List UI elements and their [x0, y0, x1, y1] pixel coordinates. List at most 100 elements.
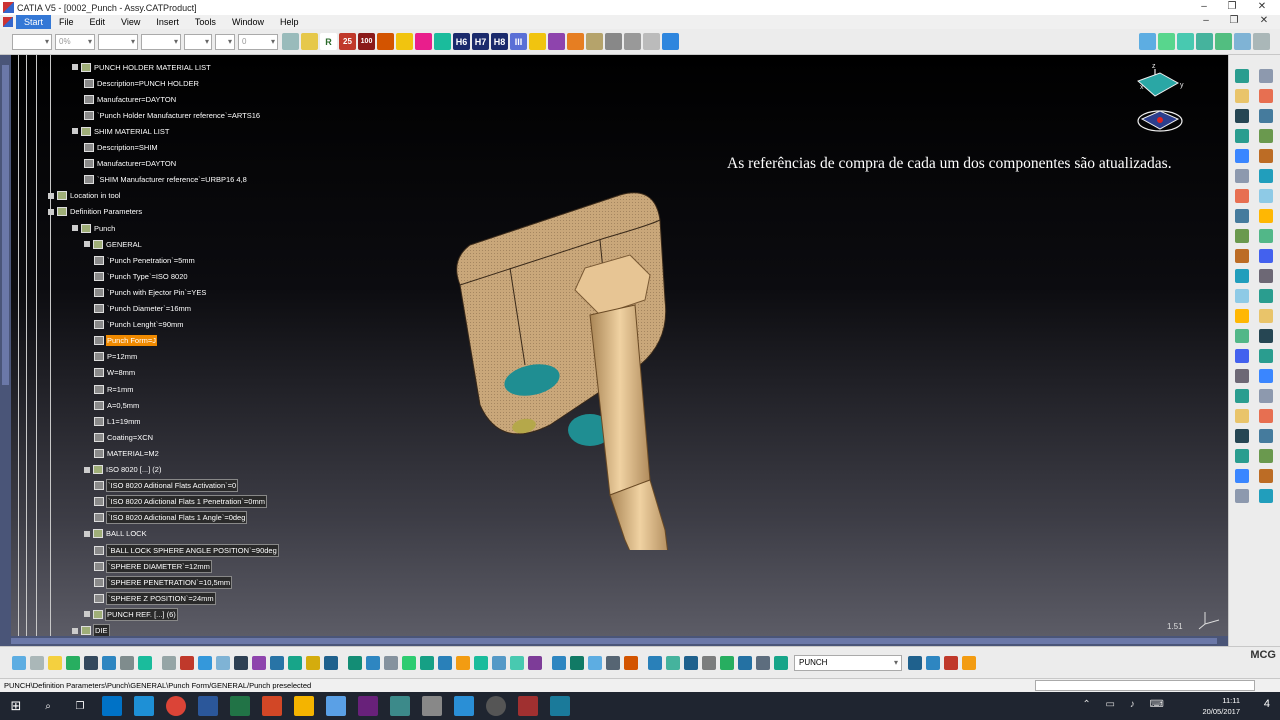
tree-parameter-node[interactable]: `SPHERE Z POSITION`=24mm	[94, 591, 216, 605]
assembly-tool-icon[interactable]	[198, 655, 212, 670]
settings-app-icon[interactable]	[422, 696, 442, 716]
assembly-tool-icon[interactable]	[348, 655, 362, 670]
design-tool-icon[interactable]	[1235, 149, 1249, 163]
assembly-tool-icon[interactable]	[510, 655, 524, 670]
design-tool-icon[interactable]	[1235, 169, 1249, 183]
design-tool-icon[interactable]	[1259, 329, 1273, 343]
tree-parameter-node[interactable]: `BALL LOCK SPHERE ANGLE POSITION`=90deg	[94, 543, 279, 557]
assembly-tool-icon[interactable]	[456, 655, 470, 670]
design-tool-icon[interactable]	[1235, 449, 1249, 463]
expand-toggle-icon[interactable]	[72, 64, 78, 70]
design-tool-icon[interactable]	[1235, 469, 1249, 483]
design-tool-icon[interactable]	[1235, 129, 1249, 143]
design-tool-icon[interactable]	[1259, 89, 1273, 103]
design-tool-icon[interactable]	[1235, 429, 1249, 443]
tree-parameter-node[interactable]: W=8mm	[94, 367, 136, 379]
tree-parameter-node[interactable]: L1=19mm	[94, 415, 142, 427]
assembly-tool-icon[interactable]	[648, 655, 662, 670]
design-tool-icon[interactable]	[1235, 389, 1249, 403]
tree-parameter-node[interactable]: `Punch Penetration`=5mm	[94, 254, 196, 266]
menu-file[interactable]: File	[51, 15, 82, 29]
menu-start[interactable]: Start	[16, 15, 52, 29]
tree-parameter-node[interactable]: `Punch Type`=ISO 8020	[94, 270, 189, 282]
menu-edit[interactable]: Edit	[82, 15, 114, 29]
design-tool-icon[interactable]	[1235, 329, 1249, 343]
design-tool-icon[interactable]	[1235, 349, 1249, 363]
media-app-icon[interactable]	[550, 696, 570, 716]
assembly-tool-icon[interactable]	[180, 655, 194, 670]
line-type-select[interactable]	[141, 33, 181, 50]
design-tool-icon[interactable]	[1235, 489, 1249, 503]
solver-icon[interactable]	[390, 696, 410, 716]
menu-help[interactable]: Help	[272, 15, 307, 29]
excel-icon[interactable]	[230, 696, 250, 716]
design-tool-icon[interactable]	[1259, 269, 1273, 283]
tree-folder-node[interactable]: ISO 8020 [...] (2)	[84, 464, 162, 476]
tree-parameter-node[interactable]: `Punch Lenght`=90mm	[94, 319, 185, 331]
tree-folder-node[interactable]: Punch	[72, 222, 116, 234]
ruler-icon[interactable]	[529, 33, 546, 50]
assembly-tool-icon[interactable]	[624, 655, 638, 670]
design-tool-icon[interactable]	[1259, 389, 1273, 403]
product-select[interactable]: PUNCH	[794, 654, 902, 671]
iii-icon[interactable]: III	[510, 33, 527, 50]
design-tool-icon[interactable]	[1259, 249, 1273, 263]
assembly-tool-icon[interactable]	[702, 655, 716, 670]
tree-parameter-node[interactable]: R=1mm	[94, 383, 134, 395]
color-select[interactable]	[12, 33, 52, 50]
tree-folder-node[interactable]: SHIM MATERIAL LIST	[72, 125, 170, 137]
design-tool-icon[interactable]	[1259, 489, 1273, 503]
number-100-icon[interactable]: 100	[358, 33, 375, 50]
assembly-tool-icon[interactable]	[492, 655, 506, 670]
assembly-tool-icon[interactable]	[720, 655, 734, 670]
product-tool-icon[interactable]	[926, 655, 940, 670]
assembly-tool-icon[interactable]	[528, 655, 542, 670]
design-tool-icon[interactable]	[1259, 289, 1273, 303]
assembly-tool-icon[interactable]	[138, 655, 152, 670]
design-tool-icon[interactable]	[1259, 209, 1273, 223]
magenta-icon[interactable]	[415, 33, 432, 50]
tree-parameter-node[interactable]: Punch Form=J	[94, 335, 157, 347]
design-tool-icon[interactable]	[1235, 309, 1249, 323]
assembly-tool-icon[interactable]	[588, 655, 602, 670]
design-tool-icon[interactable]	[1259, 189, 1273, 203]
point-type-select[interactable]	[184, 33, 212, 50]
assembly-tool-icon[interactable]	[474, 655, 488, 670]
expand-toggle-icon[interactable]	[84, 241, 90, 248]
h8-icon[interactable]: H8	[491, 33, 508, 50]
design-tool-icon[interactable]	[1235, 369, 1249, 383]
chrome-icon[interactable]	[166, 696, 186, 716]
tree-folder-node[interactable]: Definition Parameters	[48, 206, 143, 218]
design-tool-icon[interactable]	[1235, 209, 1249, 223]
design-tool-icon[interactable]	[1235, 229, 1249, 243]
minimize-button[interactable]: –	[1190, 0, 1218, 15]
fly-icon[interactable]	[1158, 33, 1175, 50]
fit-all-icon[interactable]	[1215, 33, 1232, 50]
tree-parameter-node[interactable]: Manufacturer=DAYTON	[84, 93, 177, 105]
tree-parameter-node[interactable]: `SPHERE PENETRATION`=10,5mm	[94, 575, 233, 589]
painter-icon[interactable]	[282, 33, 299, 50]
assembly-tool-icon[interactable]	[324, 655, 338, 670]
clock-app-icon[interactable]	[486, 696, 506, 716]
chart-icon[interactable]	[548, 33, 565, 50]
app-icon[interactable]	[662, 33, 679, 50]
assembly-tool-icon[interactable]	[120, 655, 134, 670]
edge-icon[interactable]	[134, 696, 154, 716]
check-app-icon[interactable]	[454, 696, 474, 716]
tree-parameter-node[interactable]: `SPHERE DIAMETER`=12mm	[94, 559, 212, 573]
assembly-tool-icon[interactable]	[234, 655, 248, 670]
menu-view[interactable]: View	[113, 15, 148, 29]
expand-toggle-icon[interactable]	[84, 611, 90, 618]
catia-taskbar-icon[interactable]	[518, 696, 538, 716]
expand-toggle-icon[interactable]	[84, 466, 90, 473]
measure-icon[interactable]	[605, 33, 622, 50]
assembly-tool-icon[interactable]	[666, 655, 680, 670]
design-tool-icon[interactable]	[1235, 89, 1249, 103]
tree-parameter-node[interactable]: `Punch with Ejector Pin`=YES	[94, 286, 207, 298]
design-tool-icon[interactable]	[1259, 429, 1273, 443]
transparency-select[interactable]: 0%	[55, 33, 95, 50]
pan-icon[interactable]	[1177, 33, 1194, 50]
assembly-tool-icon[interactable]	[402, 655, 416, 670]
assembly-tool-icon[interactable]	[366, 655, 380, 670]
taskbar-clock[interactable]: 11:11 20/05/2017	[1202, 695, 1240, 717]
